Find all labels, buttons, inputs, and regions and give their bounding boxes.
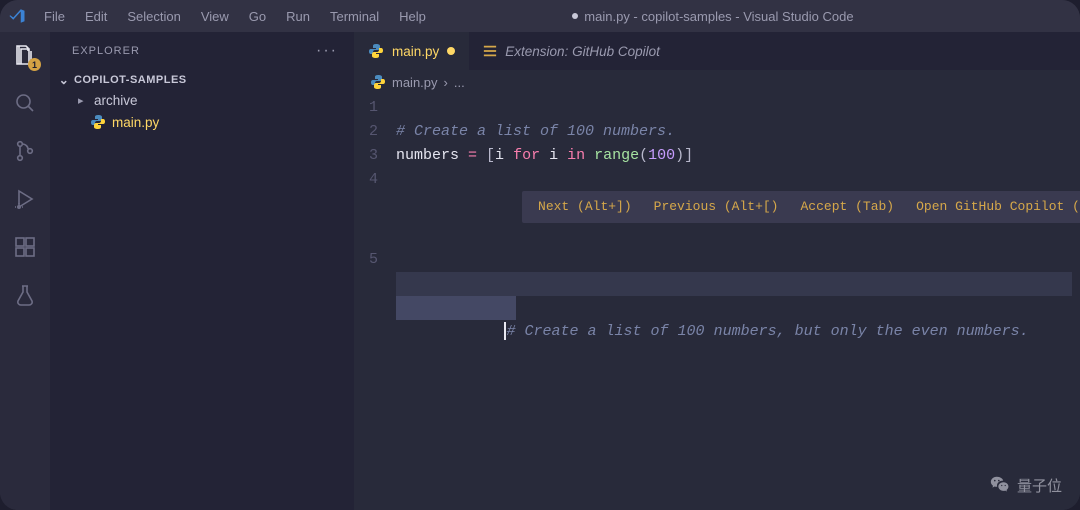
copilot-accept[interactable]: Accept (Tab) (800, 195, 894, 219)
code-editor[interactable]: 1 2 # Create a list of 100 numbers. 3 nu… (354, 94, 1080, 510)
code-comment: # Create a list of 100 numbers. (396, 123, 675, 140)
file-label: main.py (112, 115, 159, 130)
gutter: 1 (354, 96, 396, 120)
breadcrumb-rest: ... (454, 75, 465, 90)
copilot-next[interactable]: Next (Alt+]) (538, 195, 632, 219)
gutter: 5 (354, 248, 396, 272)
gutter: 3 (354, 144, 396, 168)
tab-main[interactable]: main.py (354, 32, 469, 70)
menu-terminal[interactable]: Terminal (322, 9, 387, 24)
breadcrumb-file: main.py (392, 75, 438, 90)
explorer-badge: 1 (28, 58, 41, 71)
dirty-indicator-icon (447, 47, 455, 55)
code-comment: # Create a list of 100 numbers, but only… (507, 323, 1029, 340)
menu-selection[interactable]: Selection (119, 9, 188, 24)
testing-icon[interactable] (12, 282, 38, 308)
menu-file[interactable]: File (36, 9, 73, 24)
editor-area: main.py Extension: GitHub Copilot main.p… (354, 32, 1080, 510)
line-highlight (396, 272, 1072, 296)
folder-label: archive (94, 93, 138, 108)
watermark: 量子位 (989, 474, 1062, 496)
menu-help[interactable]: Help (391, 9, 434, 24)
section-label: COPILOT-SAMPLES (74, 74, 187, 86)
code-line: numbers = [i for i in range(100)] (396, 144, 1080, 168)
breadcrumb-sep: › (444, 75, 448, 90)
tab-label: Extension: GitHub Copilot (505, 44, 660, 59)
breadcrumb[interactable]: main.py › ... (354, 70, 1080, 94)
copilot-open[interactable]: Open GitHub Copilot (Ctrl+Enter) (916, 195, 1080, 219)
tree-folder-archive[interactable]: archive (50, 90, 354, 111)
activitybar: 1 (0, 32, 50, 510)
python-file-icon (90, 114, 106, 130)
tab-extension[interactable]: Extension: GitHub Copilot (469, 32, 674, 70)
copilot-suggestion-bar: Next (Alt+]) Previous (Alt+[) Accept (Ta… (522, 191, 1080, 223)
watermark-text: 量子位 (1017, 475, 1062, 496)
gutter: 2 (354, 120, 396, 144)
vscode-logo-icon (8, 7, 26, 25)
wechat-icon (989, 474, 1011, 496)
explorer-icon[interactable]: 1 (12, 42, 38, 68)
menu-edit[interactable]: Edit (77, 9, 115, 24)
window-title: main.py - copilot-samples - Visual Studi… (438, 9, 988, 24)
tab-label: main.py (392, 44, 439, 59)
sidebar-title: EXPLORER (72, 45, 140, 57)
copilot-previous[interactable]: Previous (Alt+[) (654, 195, 779, 219)
search-icon[interactable] (12, 90, 38, 116)
sidebar-more-icon[interactable]: ··· (316, 42, 338, 60)
run-debug-icon[interactable] (12, 186, 38, 212)
gutter: 4 (354, 168, 396, 192)
dirty-indicator-icon (572, 13, 578, 19)
menu-run[interactable]: Run (278, 9, 318, 24)
sidebar-section-header[interactable]: ⌄ COPILOT-SAMPLES (50, 70, 354, 90)
tabbar: main.py Extension: GitHub Copilot (354, 32, 1080, 70)
list-icon (483, 44, 497, 58)
menu-view[interactable]: View (193, 9, 237, 24)
source-control-icon[interactable] (12, 138, 38, 164)
python-file-icon (370, 74, 386, 90)
extensions-icon[interactable] (12, 234, 38, 260)
titlebar: File Edit Selection View Go Run Terminal… (0, 0, 1080, 32)
selection-highlight (396, 296, 516, 320)
sidebar: EXPLORER ··· ⌄ COPILOT-SAMPLES archive m… (50, 32, 354, 510)
python-file-icon (368, 43, 384, 59)
text-cursor (504, 322, 506, 340)
window-title-text: main.py - copilot-samples - Visual Studi… (584, 9, 853, 24)
tree-file-main[interactable]: main.py (50, 111, 354, 133)
menu-go[interactable]: Go (241, 9, 274, 24)
chevron-down-icon: ⌄ (58, 73, 70, 87)
